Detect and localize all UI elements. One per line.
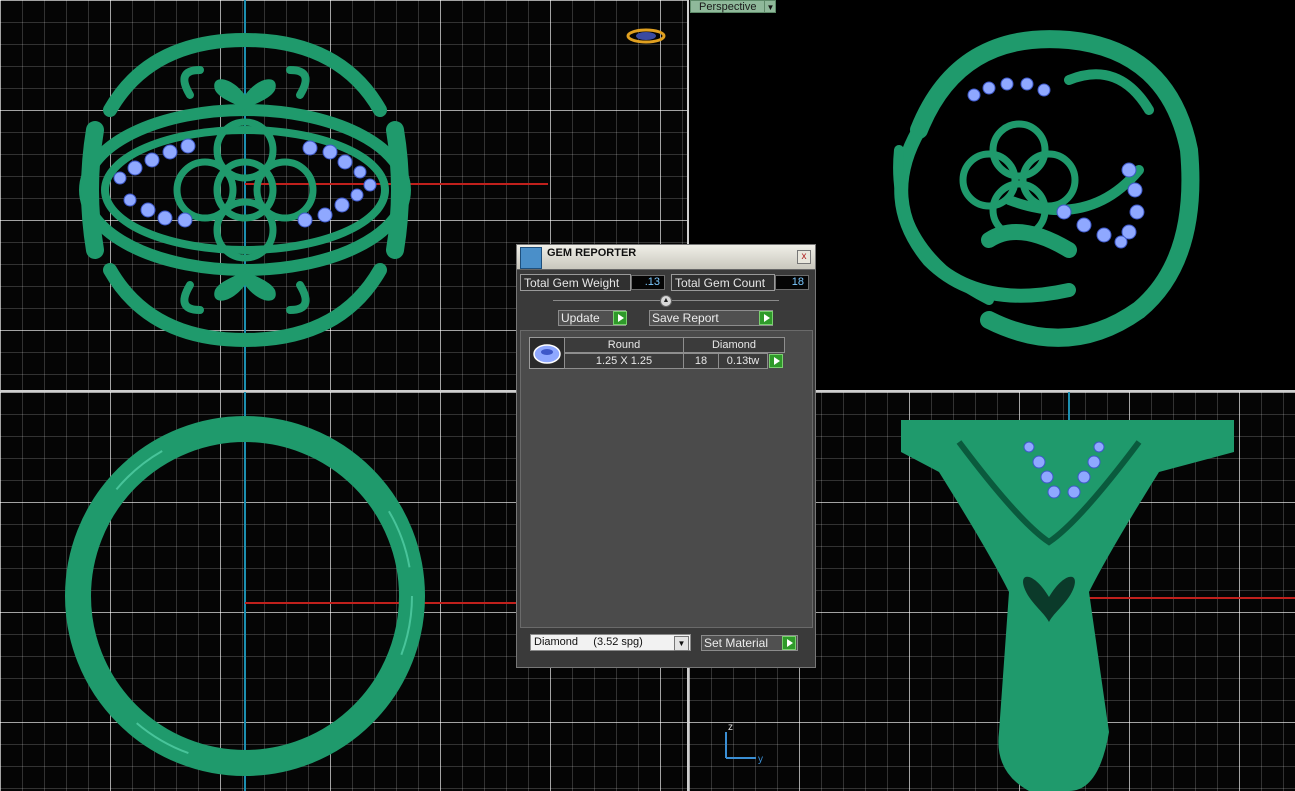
gem-list: Round 1.25 X 1.25 Diamond 18 0.13tw <box>520 330 813 628</box>
total-count-label: Total Gem Count <box>671 274 775 291</box>
panel-title: GEM REPORTER <box>547 247 637 259</box>
material-select[interactable]: Diamond (3.52 spg) ▼ <box>530 634 691 651</box>
gem-size-cell: 1.25 X 1.25 <box>564 353 684 369</box>
close-button[interactable]: x <box>797 250 811 264</box>
viewport-label-text[interactable]: Perspective <box>690 0 766 13</box>
gem-reporter-icon <box>520 247 542 269</box>
gem-material-cell: Diamond <box>683 337 785 353</box>
axis-indicator-icon: z y <box>725 722 763 765</box>
gem-weight-cell: 0.13tw <box>718 353 768 369</box>
collapse-toggle-icon[interactable]: ▲ <box>660 295 672 307</box>
total-weight-value: .13 <box>631 275 665 290</box>
round-gem-icon <box>529 337 565 369</box>
total-weight-label: Total Gem Weight <box>520 274 631 291</box>
gem-count-cell: 18 <box>683 353 719 369</box>
play-arrow-icon[interactable] <box>613 311 627 325</box>
chevron-down-icon[interactable]: ▼ <box>674 636 689 651</box>
gem-reporter-panel: GEM REPORTER x Total Gem Weight .13 Tota… <box>516 244 816 668</box>
material-select-value: Diamond (3.52 spg) <box>534 636 643 648</box>
play-arrow-icon[interactable] <box>759 311 773 325</box>
save-report-button[interactable]: Save Report <box>649 310 773 326</box>
play-arrow-icon[interactable] <box>782 636 796 650</box>
total-count-value: 18 <box>775 275 809 290</box>
play-arrow-icon[interactable] <box>769 354 783 368</box>
panel-titlebar[interactable]: GEM REPORTER x <box>517 245 815 270</box>
viewport-label[interactable]: Perspective ▼ <box>690 0 777 13</box>
orbit-gizmo-icon[interactable] <box>626 26 666 46</box>
axis-z-label: z <box>728 722 733 733</box>
gem-shape-cell: Round <box>564 337 684 353</box>
chevron-down-icon[interactable]: ▼ <box>765 0 777 13</box>
axis-y-label: y <box>758 754 763 765</box>
